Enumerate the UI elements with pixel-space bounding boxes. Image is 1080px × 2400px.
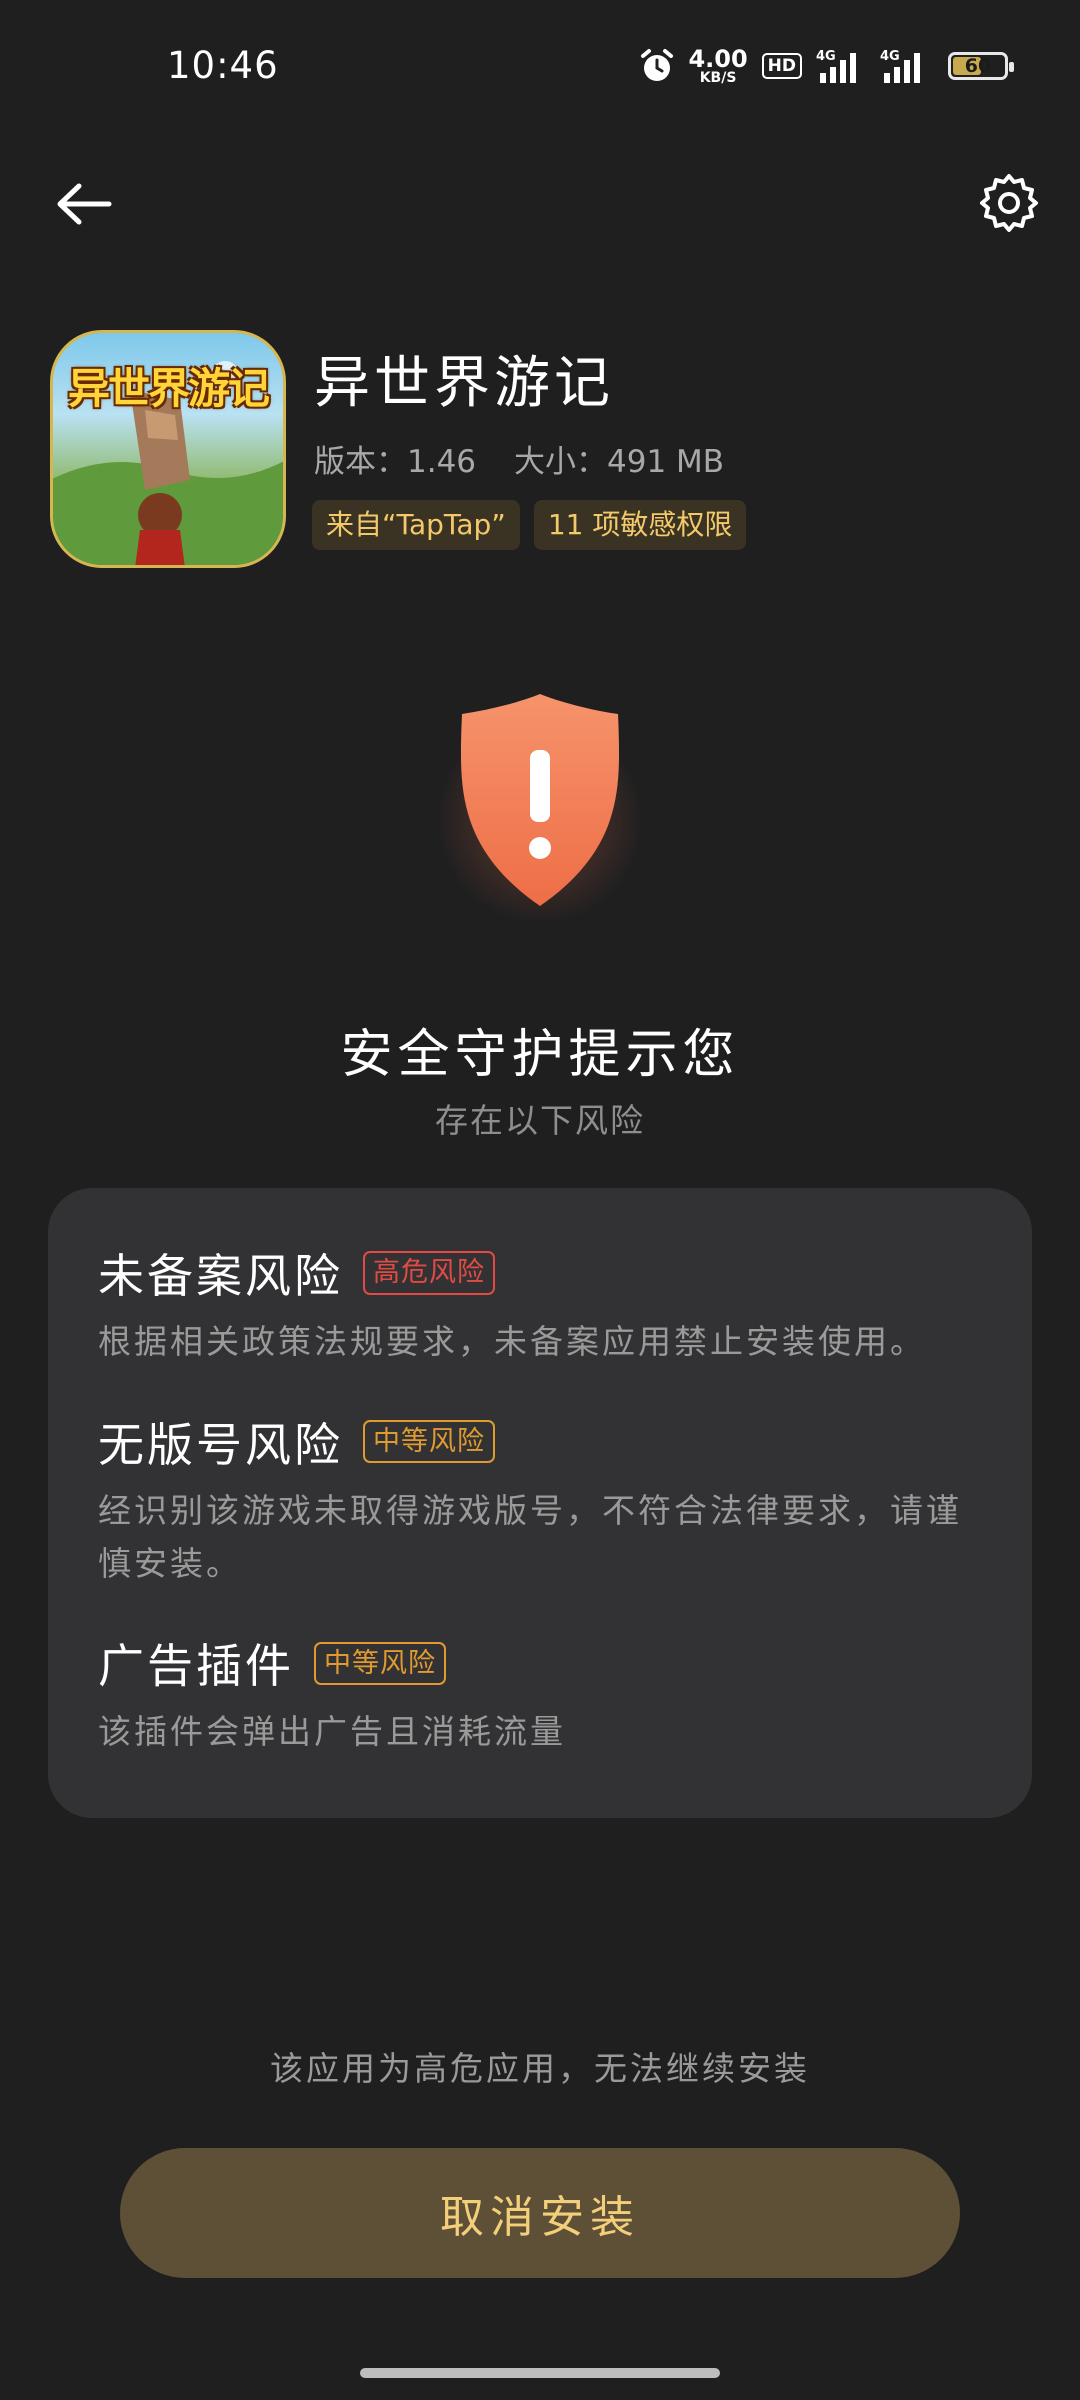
risk-badge-mid: 中等风险	[314, 1641, 446, 1685]
battery-icon: 60	[948, 52, 1014, 80]
risk-description: 该插件会弹出广告且消耗流量	[98, 1712, 566, 1752]
risk-description: 经识别该游戏未取得游戏版号，不符合法律要求，请谨慎安装。	[98, 1490, 962, 1583]
risk-badge-mid: 中等风险	[363, 1420, 495, 1464]
install-warning-screen: 10:46 4.00 KB/S HD 4G 4G 60 异世界游记 异世界游记 …	[0, 0, 1080, 2400]
home-indicator[interactable]	[360, 2368, 720, 2378]
status-bar: 10:46 4.00 KB/S HD 4G 4G 60	[0, 0, 1080, 135]
signal1-label: 4G	[816, 49, 836, 64]
warning-title: 安全守护提示您	[340, 1025, 740, 1085]
gear-icon	[980, 174, 1038, 232]
risk-head: 未备案风险 高危风险	[98, 1240, 982, 1306]
risk-badge-high: 高危风险	[363, 1251, 495, 1295]
shield-area	[400, 680, 680, 940]
hd-badge: HD	[761, 53, 802, 79]
back-button[interactable]	[48, 168, 120, 240]
app-size: 大小：491 MB	[514, 444, 725, 480]
app-icon: 异世界游记	[50, 330, 286, 568]
status-icons: 4.00 KB/S HD 4G 4G 60	[640, 44, 1014, 88]
source-tag[interactable]: 来自“TapTap”	[312, 500, 520, 550]
risk-item: 广告插件 中等风险 该插件会弹出广告且消耗流量	[98, 1630, 982, 1759]
cancel-install-button[interactable]: 取消安装	[120, 2148, 960, 2278]
permissions-tag[interactable]: 11 项敏感权限	[533, 500, 747, 550]
risk-description: 根据相关政策法规要求，未备案应用禁止安装使用。	[98, 1322, 926, 1361]
status-time: 10:46	[167, 44, 279, 87]
settings-button[interactable]	[970, 164, 1048, 242]
risk-list-card: 未备案风险 高危风险 根据相关政策法规要求，未备案应用禁止安装使用。 无版号风险…	[48, 1188, 1032, 1818]
net-speed: 4.00 KB/S	[688, 47, 747, 85]
app-name: 异世界游记	[314, 351, 614, 416]
alarm-icon	[641, 49, 674, 81]
risk-title: 未备案风险	[98, 1249, 343, 1303]
footer-note: 该应用为高危应用，无法继续安装	[270, 2049, 810, 2088]
app-meta: 版本：1.46 大小：491 MB	[314, 436, 724, 481]
battery-level: 60	[964, 55, 992, 77]
warning-subtitle: 存在以下风险	[435, 1101, 645, 1140]
risk-head: 无版号风险 中等风险	[98, 1409, 982, 1475]
app-icon-title: 异世界游记	[67, 364, 270, 413]
risk-title: 无版号风险	[98, 1417, 343, 1472]
signal-icon: 4G	[816, 49, 856, 83]
app-version: 版本：1.46	[314, 444, 477, 480]
shield-exclamation-icon	[460, 694, 620, 906]
risk-item: 无版号风险 中等风险 经识别该游戏未取得游戏版号，不符合法律要求，请谨慎安装。	[98, 1409, 982, 1591]
signal-icon-2: 4G	[880, 49, 920, 83]
risk-item: 未备案风险 高危风险 根据相关政策法规要求，未备案应用禁止安装使用。	[98, 1240, 982, 1369]
risk-title: 广告插件	[98, 1639, 294, 1694]
signal2-label: 4G	[880, 49, 900, 64]
app-tags: 来自“TapTap” 11 项敏感权限	[312, 500, 747, 550]
risk-head: 广告插件 中等风险	[98, 1630, 982, 1696]
net-speed-value: 4.00	[688, 45, 748, 73]
arrow-left-icon	[57, 183, 112, 225]
net-speed-unit: KB/S	[699, 70, 737, 86]
